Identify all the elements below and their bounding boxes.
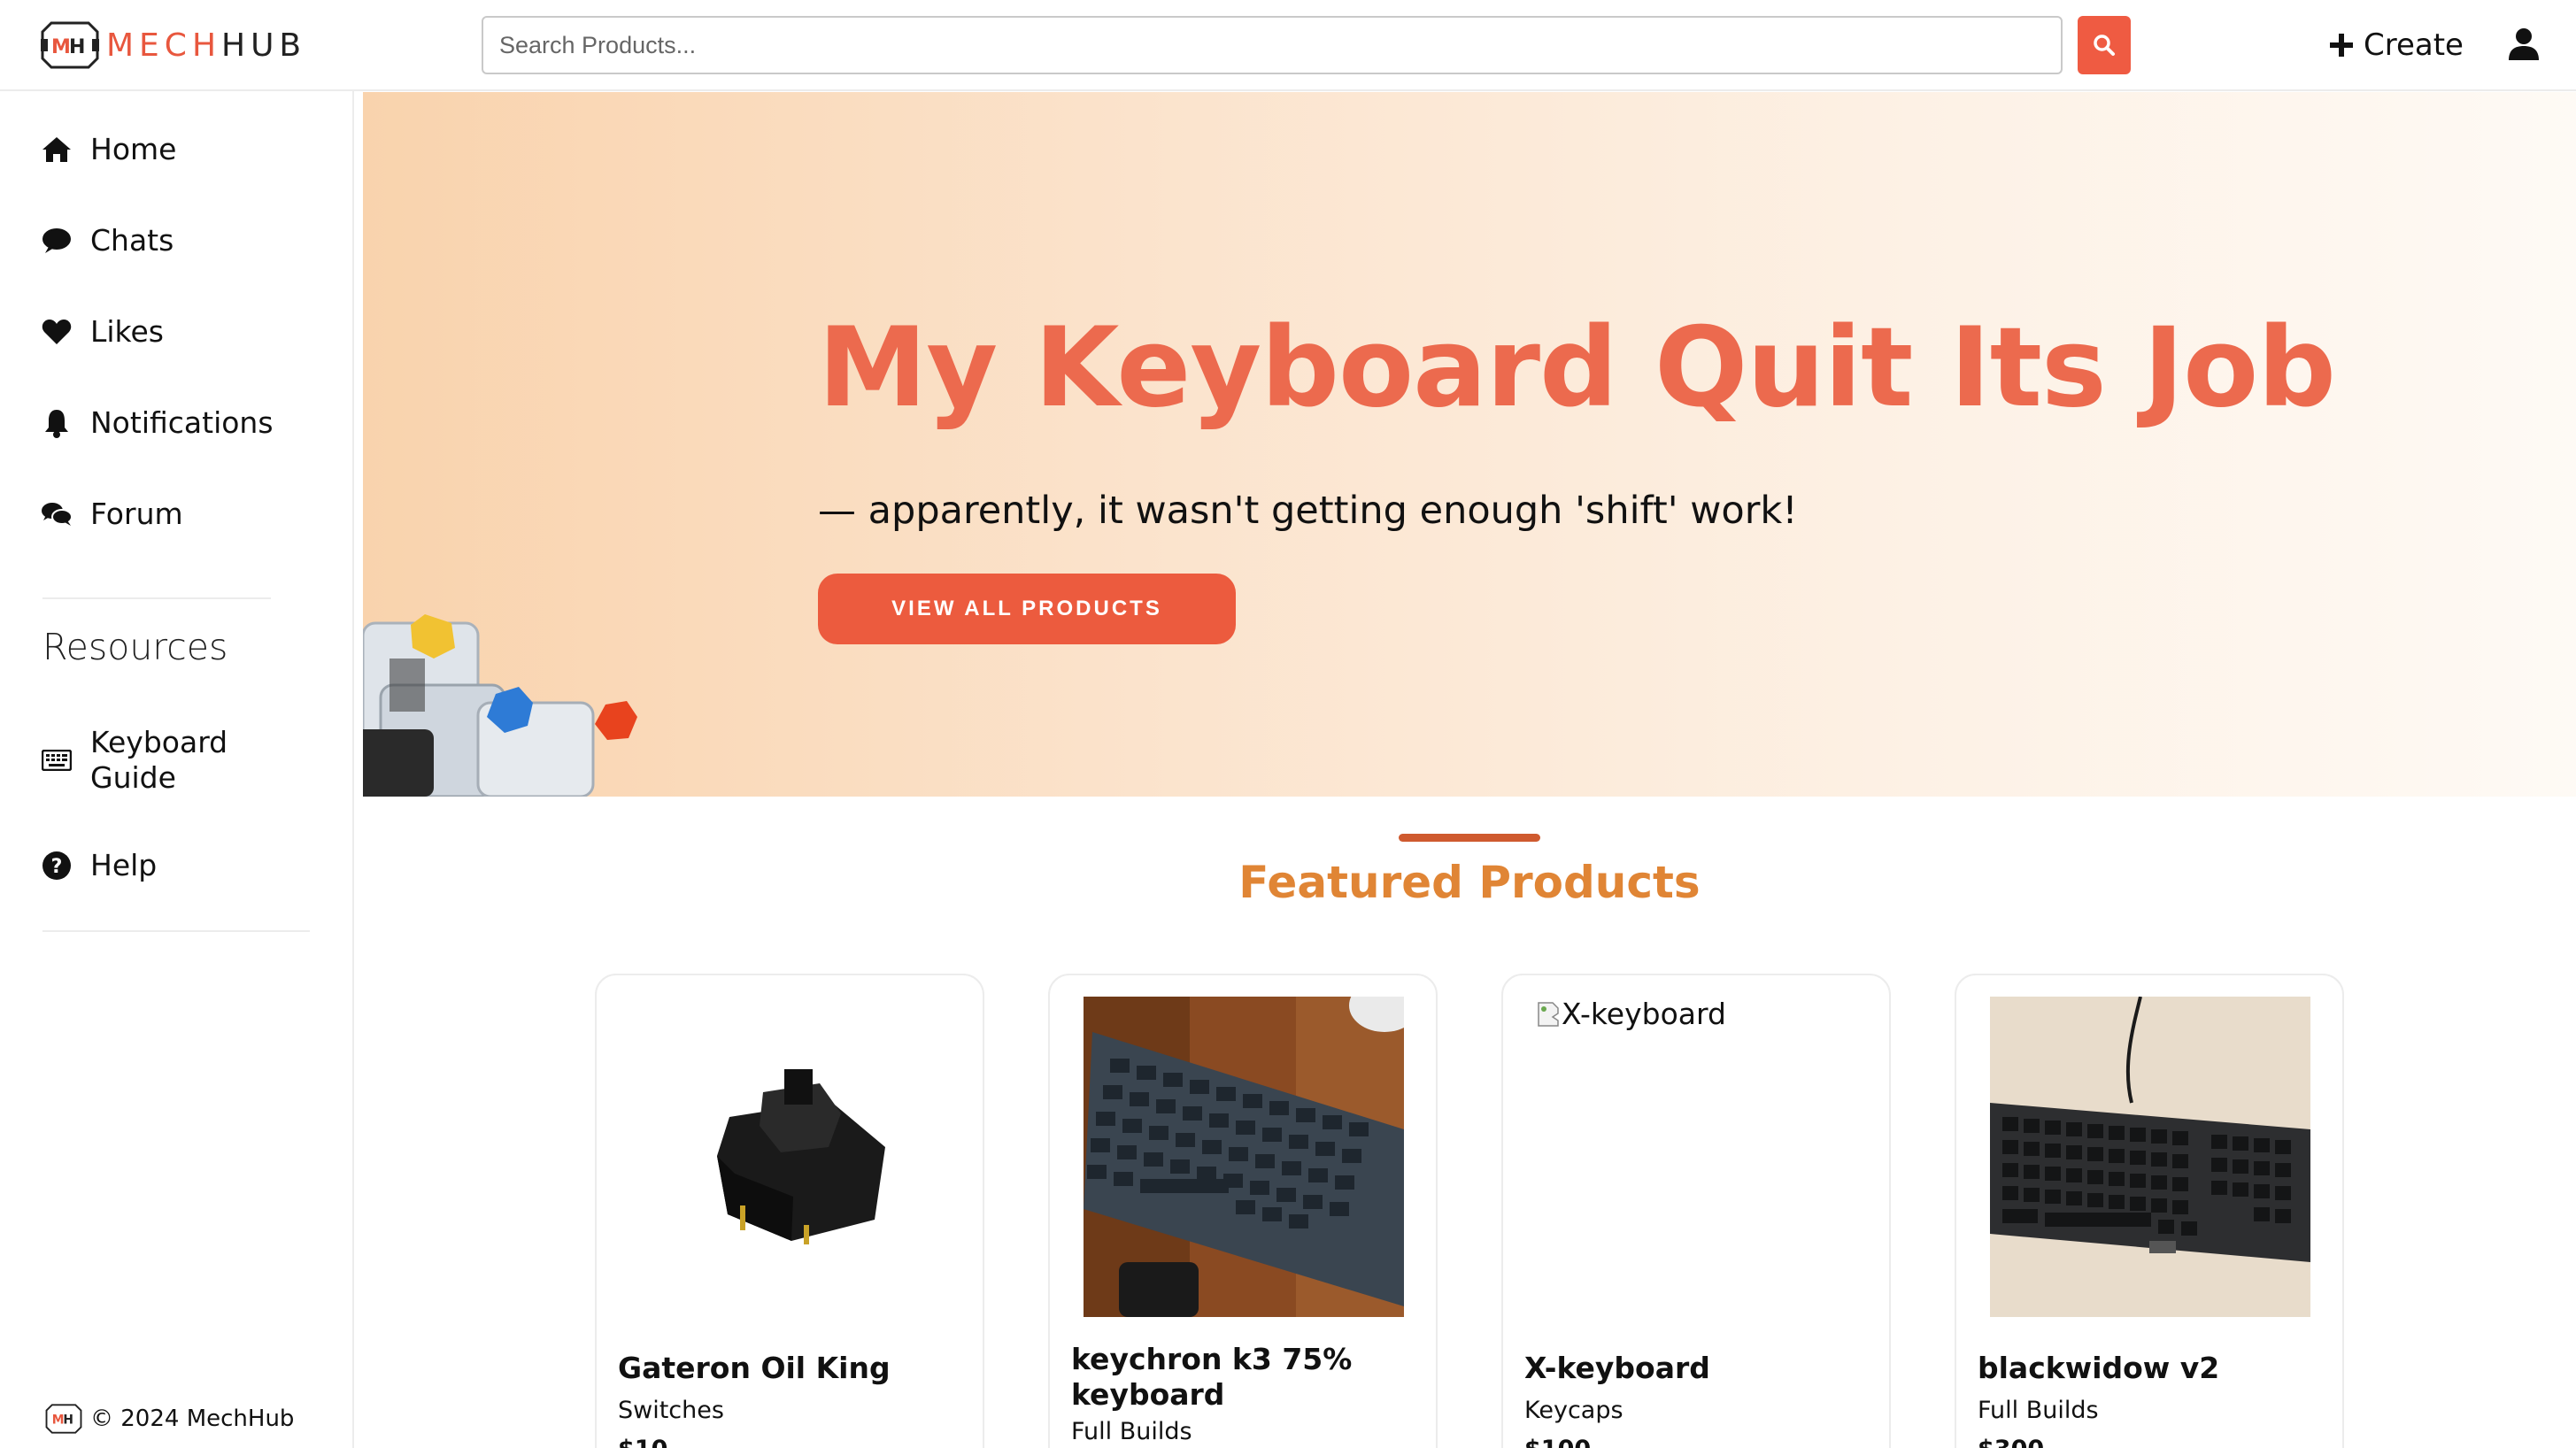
hero-title: My Keyboard Quit Its Job	[818, 304, 2336, 432]
keyboard-icon	[41, 744, 73, 776]
product-card[interactable]: X-keyboard X-keyboard Keycaps $100	[1501, 974, 1891, 1448]
logo-small-icon: M H	[45, 1404, 82, 1434]
sidebar: Home Chats Likes Notifications Forum Res…	[0, 91, 354, 1448]
product-category: Keycaps	[1524, 1397, 1623, 1424]
logo-badge-icon: M H	[41, 21, 99, 69]
sidebar-item-notifications[interactable]: Notifications	[41, 405, 274, 440]
resources-heading: Resources	[42, 626, 228, 668]
forum-icon	[41, 498, 73, 530]
hero-banner: My Keyboard Quit Its Job — apparently, i…	[363, 92, 2576, 797]
product-category: Switches	[618, 1397, 724, 1424]
search-icon	[2094, 35, 2115, 56]
view-all-products-button[interactable]: VIEW ALL PRODUCTS	[818, 574, 1236, 644]
heart-icon	[41, 316, 73, 348]
help-icon: ?	[41, 850, 73, 882]
sidebar-item-label: Forum	[90, 497, 183, 531]
product-name: X-keyboard	[1524, 1351, 1710, 1385]
sidebar-item-label: Likes	[90, 314, 164, 349]
svg-text:M: M	[52, 1413, 65, 1428]
logo-text-hub: HUB	[221, 27, 307, 64]
product-price: $300	[1978, 1436, 2044, 1448]
logo-text-mech: MECH	[106, 27, 222, 64]
copyright-text: © 2024 MechHub	[90, 1406, 295, 1432]
product-name: Gateron Oil King	[618, 1351, 891, 1385]
home-icon	[41, 134, 73, 166]
sidebar-item-home[interactable]: Home	[41, 132, 176, 166]
sidebar-divider	[42, 597, 271, 599]
product-name: keychron k3 75% keyboard	[1071, 1342, 1353, 1412]
svg-text:H: H	[69, 36, 85, 58]
image-alt-text: X-keyboard	[1562, 997, 1726, 1031]
sidebar-item-chats[interactable]: Chats	[41, 223, 174, 258]
product-image	[717, 1069, 885, 1244]
keyboard-switches-illustration	[363, 614, 637, 797]
svg-text:H: H	[63, 1413, 73, 1428]
featured-products-heading: Featured Products	[1238, 857, 1701, 908]
sidebar-footer: M H © 2024 MechHub	[44, 1401, 294, 1436]
sidebar-item-label: Home	[90, 132, 177, 166]
search-button[interactable]	[2078, 16, 2131, 74]
sidebar-item-keyboard-guide[interactable]: Keyboard Guide	[41, 725, 258, 796]
product-card[interactable]: Gateron Oil King Switches $10	[595, 974, 984, 1448]
product-price: $100	[1524, 1436, 1591, 1448]
sidebar-item-forum[interactable]: Forum	[41, 497, 183, 531]
logo-text: MECHHUB	[106, 27, 306, 64]
user-account-button[interactable]	[2503, 25, 2544, 65]
broken-image-icon	[1538, 1001, 1559, 1027]
sidebar-divider	[42, 930, 310, 932]
sidebar-item-likes[interactable]: Likes	[41, 314, 164, 349]
product-card[interactable]: blackwidow v2 Full Builds $300	[1955, 974, 2344, 1448]
svg-text:M: M	[51, 36, 71, 58]
product-image	[1990, 997, 2310, 1317]
create-button[interactable]: Create	[2328, 23, 2464, 67]
sidebar-item-label: Notifications	[90, 405, 274, 440]
product-category: Full Builds	[1071, 1418, 1192, 1445]
broken-product-image: X-keyboard	[1537, 997, 1726, 1031]
sidebar-item-label: Chats	[90, 223, 174, 258]
mechhub-logo[interactable]: M H MECHHUB	[39, 19, 306, 71]
sidebar-item-label: Help	[90, 848, 158, 882]
sidebar-item-label: Keyboard Guide	[90, 725, 228, 795]
section-accent-bar	[1399, 834, 1540, 842]
hero-subtitle: — apparently, it wasn't getting enough '…	[818, 489, 1798, 533]
search-input[interactable]	[482, 16, 2063, 74]
product-price: $10	[618, 1436, 667, 1448]
product-name: blackwidow v2	[1978, 1351, 2220, 1385]
create-label: Create	[2364, 27, 2464, 63]
product-category: Full Builds	[1978, 1397, 2099, 1424]
user-icon	[2509, 27, 2539, 60]
product-image	[1084, 997, 1404, 1317]
sidebar-item-help[interactable]: ? Help	[41, 848, 157, 882]
svg-text:?: ?	[51, 856, 63, 878]
product-card[interactable]: keychron k3 75% keyboard Full Builds	[1048, 974, 1438, 1448]
plus-icon	[2330, 34, 2353, 57]
bell-icon	[41, 407, 73, 439]
top-header: M H MECHHUB Create	[0, 0, 2576, 91]
chat-icon	[41, 225, 73, 257]
